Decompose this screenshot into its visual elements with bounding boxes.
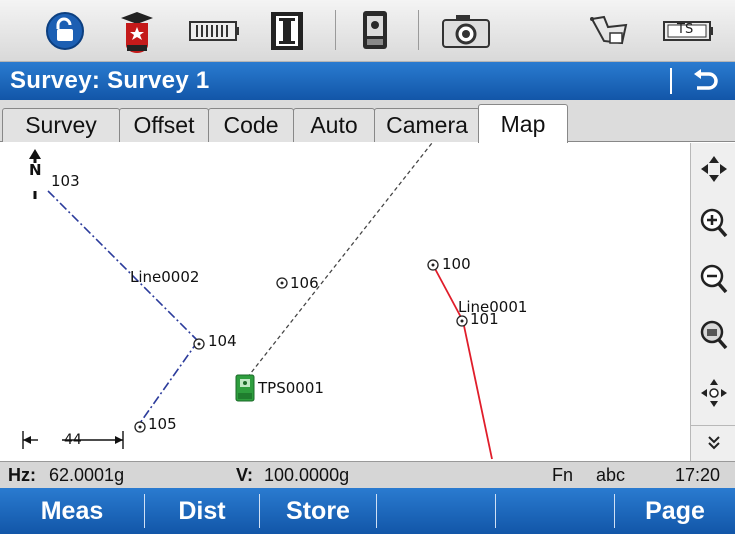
dist-button[interactable]: Dist [145, 488, 259, 534]
i-block-icon[interactable] [262, 6, 312, 56]
total-station-icon[interactable] [350, 6, 400, 56]
hz-label: Hz: [8, 465, 36, 485]
tab-bar: Survey Offset Code Auto Camera Map [0, 100, 735, 143]
line-0002[interactable] [47, 190, 199, 342]
pan-button[interactable] [691, 147, 735, 191]
more-tools-button[interactable] [691, 427, 735, 459]
zoom-in-icon [700, 208, 727, 238]
line-0002-segment[interactable] [139, 340, 199, 424]
map-canvas [22, 143, 493, 460]
tab-survey[interactable]: Survey [2, 108, 120, 142]
top-toolbar: TS [0, 0, 735, 62]
camera-icon[interactable] [436, 6, 496, 56]
softkey-4[interactable] [377, 488, 495, 534]
station-label: TPS0001 [258, 379, 324, 397]
tab-code[interactable]: Code [208, 108, 294, 142]
v-label: V: [236, 465, 254, 485]
fn-indicator: Fn [552, 465, 574, 485]
toolbar-divider [418, 10, 419, 50]
zoom-fit-icon [700, 320, 727, 350]
tab-offset[interactable]: Offset [119, 108, 209, 142]
scale-label: 44 [64, 432, 82, 448]
tab-auto[interactable]: Auto [293, 108, 375, 142]
softkey-bar: Meas Dist Store Page [0, 488, 735, 534]
line-of-sight [242, 143, 433, 384]
map-tools [690, 143, 735, 461]
v-value: 100.0000g [264, 465, 350, 485]
back-icon [694, 69, 718, 90]
battery-icon[interactable] [186, 6, 242, 56]
station-tps0001-icon[interactable] [235, 374, 255, 402]
meas-button[interactable]: Meas [0, 488, 144, 534]
toolbar-divider [335, 10, 336, 50]
zoom-fit-button[interactable] [691, 313, 735, 357]
graduate-icon[interactable] [112, 6, 162, 56]
point-label-106: 106 [290, 274, 319, 292]
center-icon [700, 379, 727, 407]
input-mode: abc [596, 465, 626, 485]
point-label-100: 100 [442, 255, 471, 273]
softkey-5[interactable] [496, 488, 614, 534]
status-bar: Hz: 62.0001g V: 100.0000g Fn abc 17:20 [0, 461, 735, 488]
title-divider [670, 68, 672, 94]
page-button[interactable]: Page [615, 488, 735, 534]
line-0001-segment[interactable] [462, 320, 493, 460]
point-label-105: 105 [148, 415, 177, 433]
zoom-out-icon [700, 264, 727, 294]
unlock-icon[interactable] [40, 6, 90, 56]
store-button[interactable]: Store [260, 488, 376, 534]
zoom-in-button[interactable] [691, 201, 735, 245]
tab-camera[interactable]: Camera [374, 108, 480, 142]
map-view[interactable]: N 103 104 105 106 100 101 Line0002 Line0… [0, 143, 690, 461]
pan-icon [700, 156, 727, 182]
hz-value: 62.0001g [49, 465, 125, 485]
title-bar: Survey: Survey 1 [0, 62, 735, 100]
center-button[interactable] [691, 371, 735, 415]
polyline-icon[interactable] [582, 6, 636, 56]
ts-icon[interactable]: TS [660, 6, 716, 56]
north-label: N [29, 161, 42, 179]
point-label-103: 103 [51, 172, 80, 190]
clock: 17:20 [675, 465, 721, 485]
point-label-104: 104 [208, 332, 237, 350]
chevron-double-down-icon [707, 436, 720, 450]
line-label-0002: Line0002 [130, 268, 200, 286]
zoom-out-button[interactable] [691, 257, 735, 301]
back-button[interactable] [684, 65, 726, 97]
tools-divider [691, 425, 735, 426]
tab-map[interactable]: Map [478, 104, 568, 143]
page-title: Survey: Survey 1 [10, 67, 210, 94]
ts-label: TS [677, 22, 694, 37]
line-label-0001: Line0001 [458, 298, 528, 316]
